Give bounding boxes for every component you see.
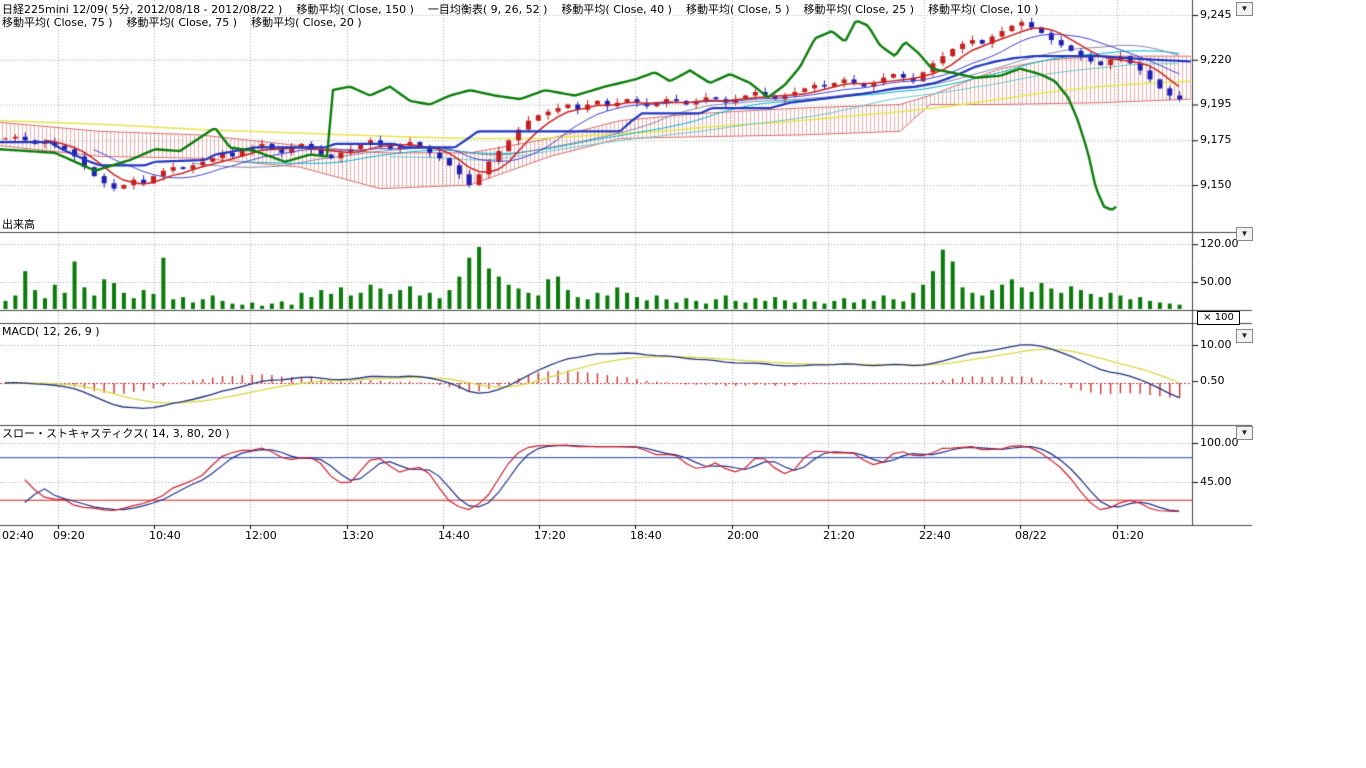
price-panel-dropdown-button[interactable]: ▼ [1236,2,1253,16]
dropdown-arrow-icon: ▼ [1241,428,1249,437]
stoch-panel-dropdown-button[interactable]: ▼ [1236,426,1253,440]
trading-chart-app: 日経225mini 12/09( 5分, 2012/08/18 - 2012/0… [0,0,1366,768]
dropdown-arrow-icon: ▼ [1241,229,1249,238]
dropdown-arrow-icon: ▼ [1241,331,1249,340]
chart-canvas[interactable] [0,0,1366,768]
volume-panel-dropdown-button[interactable]: ▼ [1236,227,1253,241]
macd-panel-dropdown-button[interactable]: ▼ [1236,329,1253,343]
dropdown-arrow-icon: ▼ [1241,4,1249,13]
